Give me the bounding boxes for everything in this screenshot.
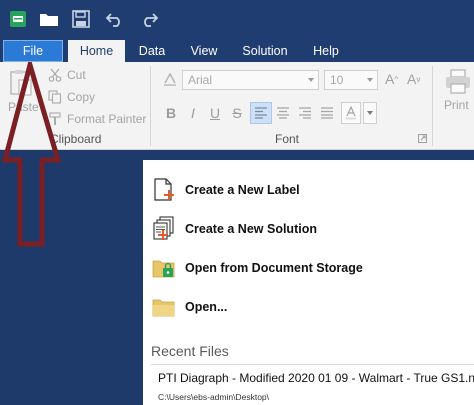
copy-label: Copy <box>67 90 96 104</box>
underline-button[interactable]: U <box>204 102 226 124</box>
ribbon-separator <box>150 66 151 146</box>
annotation-arrow-icon <box>1 62 62 247</box>
chevron-down-icon <box>367 78 373 82</box>
font-group-label: Font <box>275 132 300 146</box>
align-right-icon <box>299 107 311 119</box>
backstage-panel: Create a New Label Create a New Solution… <box>143 160 474 405</box>
font-name-value: Arial <box>188 73 213 87</box>
align-left-icon <box>255 107 267 119</box>
tab-view[interactable]: View <box>180 40 228 62</box>
create-new-label-button[interactable]: Create a New Label <box>151 176 300 204</box>
create-new-solution-text: Create a New Solution <box>185 222 317 236</box>
open-file-button[interactable]: Open... <box>151 293 227 321</box>
font-name-select[interactable]: Arial <box>182 70 319 90</box>
grow-font-icon[interactable]: A ^ <box>385 71 398 87</box>
title-bar <box>0 0 474 40</box>
app-logo-icon <box>7 8 29 30</box>
dialog-launcher-icon[interactable] <box>418 134 427 143</box>
recent-file-path: C:\Users\ebs-admin\Desktop\ <box>158 392 270 402</box>
redo-icon[interactable] <box>138 8 160 30</box>
printer-icon <box>446 69 470 94</box>
italic-button[interactable]: I <box>182 102 204 124</box>
open-folder-icon[interactable] <box>38 8 60 30</box>
font-size-value: 10 <box>330 73 344 87</box>
open-file-text: Open... <box>185 300 228 314</box>
justify-button[interactable] <box>316 102 338 124</box>
create-new-label-text: Create a New Label <box>185 183 300 197</box>
align-left-button[interactable] <box>250 102 272 124</box>
save-icon[interactable] <box>70 8 92 30</box>
font-size-select[interactable]: 10 <box>324 70 378 90</box>
open-document-storage-text: Open from Document Storage <box>185 261 363 275</box>
align-center-icon <box>277 107 289 119</box>
align-right-button[interactable] <box>294 102 316 124</box>
chevron-down-icon <box>367 111 373 115</box>
tab-solution[interactable]: Solution <box>232 40 298 62</box>
recent-files-divider <box>151 364 474 365</box>
justify-icon <box>321 107 333 119</box>
shrink-font-icon[interactable]: Av <box>407 71 420 87</box>
tab-home[interactable]: Home <box>68 40 125 62</box>
new-solution-icon <box>151 216 177 242</box>
bold-button[interactable]: B <box>160 102 182 124</box>
open-document-storage-button[interactable]: Open from Document Storage <box>151 254 363 282</box>
document-storage-icon <box>151 255 177 281</box>
font-color-fill-icon[interactable] <box>162 71 178 87</box>
tab-file[interactable]: File <box>3 40 63 62</box>
ribbon-separator <box>432 66 433 146</box>
align-center-button[interactable] <box>272 102 294 124</box>
font-color-dropdown[interactable] <box>363 102 377 124</box>
font-color-icon <box>346 106 356 120</box>
undo-icon[interactable] <box>104 8 126 30</box>
recent-file-name[interactable]: PTI Diagraph - Modified 2020 01 09 - Wal… <box>158 371 474 385</box>
create-new-solution-button[interactable]: Create a New Solution <box>151 215 317 243</box>
new-label-icon <box>151 177 177 203</box>
print-button[interactable]: Print <box>444 68 472 112</box>
strikethrough-button[interactable]: S <box>226 102 248 124</box>
print-label: Print <box>444 98 469 112</box>
font-color-button[interactable] <box>341 102 361 124</box>
open-folder-icon <box>151 294 177 320</box>
tab-help[interactable]: Help <box>302 40 350 62</box>
format-painter-label: Format Painter <box>67 112 147 126</box>
ribbon-home: Paste Cut Copy Format Painter Clipboard … <box>0 62 474 150</box>
chevron-down-icon <box>308 78 314 82</box>
ribbon-tab-bar: File Home Data View Solution Help <box>0 40 474 62</box>
recent-files-heading: Recent Files <box>151 343 229 359</box>
tab-data[interactable]: Data <box>130 40 174 62</box>
